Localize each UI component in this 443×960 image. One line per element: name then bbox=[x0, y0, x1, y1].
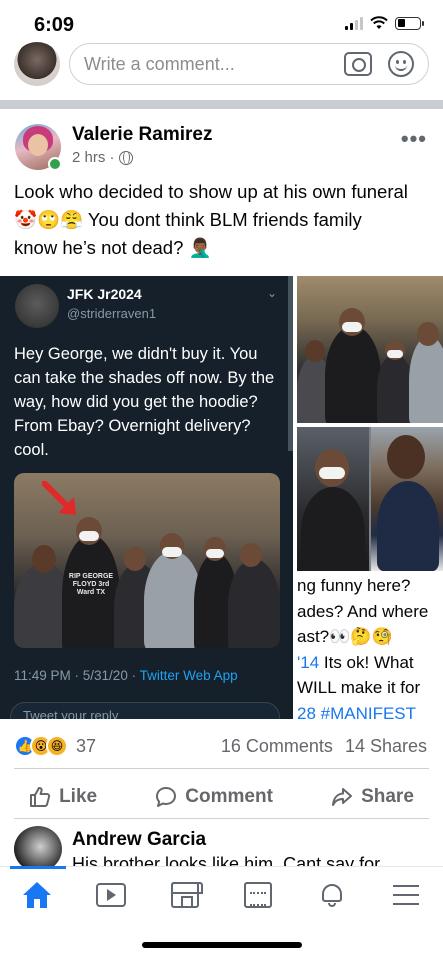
tweet-name: JFK Jr2024 bbox=[67, 286, 142, 302]
wifi-icon bbox=[370, 16, 388, 29]
haha-reaction-icon: 😆 bbox=[46, 735, 68, 757]
post-text-line: know he’s not dead? 🤦🏾‍♂️ bbox=[14, 237, 212, 258]
comment-button[interactable]: Comment bbox=[155, 786, 273, 808]
tweet-handle: @striderraven1 bbox=[67, 306, 157, 321]
reaction-count: 37 bbox=[76, 735, 97, 756]
share-count[interactable]: 14 Shares bbox=[345, 736, 427, 757]
tab-groups[interactable] bbox=[236, 875, 280, 915]
post-text-line: Look who decided to show up at his own f… bbox=[14, 181, 408, 202]
engagement-counts: 16 Comments 14 Shares bbox=[221, 736, 427, 757]
like-label: Like bbox=[59, 786, 98, 807]
caption-line: ng funny here? bbox=[297, 576, 411, 595]
more-options-icon[interactable]: ••• bbox=[401, 126, 427, 152]
post-meta: 2 hrs · bbox=[72, 149, 133, 166]
collage-photo-top[interactable] bbox=[297, 276, 443, 423]
commenter-name[interactable]: Andrew Garcia bbox=[72, 829, 206, 851]
battery-icon bbox=[395, 16, 424, 30]
tab-watch[interactable] bbox=[89, 875, 133, 915]
red-arrow-icon bbox=[42, 481, 76, 515]
caption-line: ades? And where bbox=[297, 601, 429, 621]
status-icons bbox=[345, 16, 424, 30]
post-time[interactable]: 2 hrs · bbox=[72, 149, 115, 166]
caption-line-text: Its ok! What bbox=[319, 652, 414, 672]
actions-divider-top bbox=[14, 768, 429, 769]
camera-icon[interactable] bbox=[344, 52, 372, 76]
tab-home[interactable] bbox=[15, 875, 59, 915]
user-avatar[interactable] bbox=[14, 42, 60, 86]
like-button[interactable]: Like bbox=[29, 786, 97, 808]
bell-icon bbox=[320, 882, 344, 908]
groups-icon bbox=[244, 881, 273, 908]
tweet-reply-field: Tweet your reply bbox=[10, 702, 280, 719]
hoodie-text: RIP GEORGE FLOYD 3rd Ward TX bbox=[68, 573, 114, 596]
reaction-summary[interactable]: 👍 😮 😆 37 bbox=[14, 735, 96, 757]
comment-input[interactable]: Write a comment... bbox=[69, 43, 429, 85]
bottom-tab-bar bbox=[0, 866, 443, 922]
emoji-icon[interactable] bbox=[388, 51, 414, 77]
actions-divider-bottom bbox=[14, 818, 429, 819]
caption-line: ast?👀🤔🧐 bbox=[297, 627, 393, 646]
tweet-reply-placeholder: Tweet your reply bbox=[23, 708, 119, 719]
marketplace-icon bbox=[170, 881, 203, 908]
home-indicator[interactable] bbox=[142, 942, 302, 948]
tab-marketplace[interactable] bbox=[163, 875, 207, 915]
post-actions: Like Comment Share bbox=[0, 777, 443, 817]
video-icon bbox=[95, 882, 126, 907]
chevron-down-icon: ⌄ bbox=[266, 286, 277, 300]
collage-caption[interactable]: ng funny here? ades? And where ast?👀🤔🧐 '… bbox=[297, 575, 443, 719]
post-text: Look who decided to show up at his own f… bbox=[14, 178, 434, 262]
post-author-name[interactable]: Valerie Ramirez bbox=[72, 124, 212, 146]
caption-line: 28 #MANIFEST bbox=[297, 703, 417, 720]
share-arrow-icon bbox=[332, 788, 353, 806]
comment-placeholder: Write a comment... bbox=[84, 54, 235, 74]
comment-bubble-icon bbox=[156, 787, 177, 807]
tweet-time: 11:49 PM · 5/31/20 · Twitter Web App bbox=[14, 668, 238, 683]
comment-count[interactable]: 16 Comments bbox=[221, 736, 333, 757]
menu-icon bbox=[393, 884, 420, 905]
tweet-screenshot[interactable]: JFK Jr2024 @striderraven1 ⌄ Hey George, … bbox=[0, 276, 293, 719]
tweet-text: Hey George, we didn't buy it. You can ta… bbox=[14, 345, 275, 459]
collage-photo-middle[interactable] bbox=[297, 427, 443, 571]
caption-line: '14 Its ok! What bbox=[297, 652, 443, 675]
share-label: Share bbox=[361, 786, 414, 807]
online-status-icon bbox=[48, 157, 62, 171]
home-icon bbox=[22, 881, 51, 908]
globe-icon bbox=[118, 150, 133, 165]
signal-icon bbox=[345, 16, 363, 30]
tweet-timestamp: 11:49 PM · 5/31/20 · bbox=[14, 668, 140, 683]
status-time: 6:09 bbox=[34, 14, 75, 36]
tweet-photo: RIP GEORGE FLOYD 3rd Ward TX bbox=[14, 473, 280, 648]
feed-divider bbox=[0, 100, 443, 109]
comment-label: Comment bbox=[185, 786, 273, 807]
caption-line: WILL make it for bbox=[297, 678, 421, 697]
post-media[interactable]: JFK Jr2024 @striderraven1 ⌄ Hey George, … bbox=[0, 276, 443, 719]
tweet-avatar bbox=[15, 284, 59, 328]
tweet-source: Twitter Web App bbox=[139, 668, 238, 683]
comment-composer: Write a comment... bbox=[0, 42, 443, 90]
post-text-line: 🤡🙄😤 You dont think BLM friends family bbox=[14, 209, 362, 230]
share-button[interactable]: Share bbox=[331, 786, 414, 808]
caption-line-tag: '14 bbox=[297, 652, 320, 672]
tab-menu[interactable] bbox=[384, 875, 428, 915]
tweet-scrollbar bbox=[288, 276, 293, 451]
active-tab-indicator bbox=[10, 866, 66, 869]
thumbs-up-icon bbox=[30, 787, 51, 807]
tab-notifications[interactable] bbox=[310, 875, 354, 915]
